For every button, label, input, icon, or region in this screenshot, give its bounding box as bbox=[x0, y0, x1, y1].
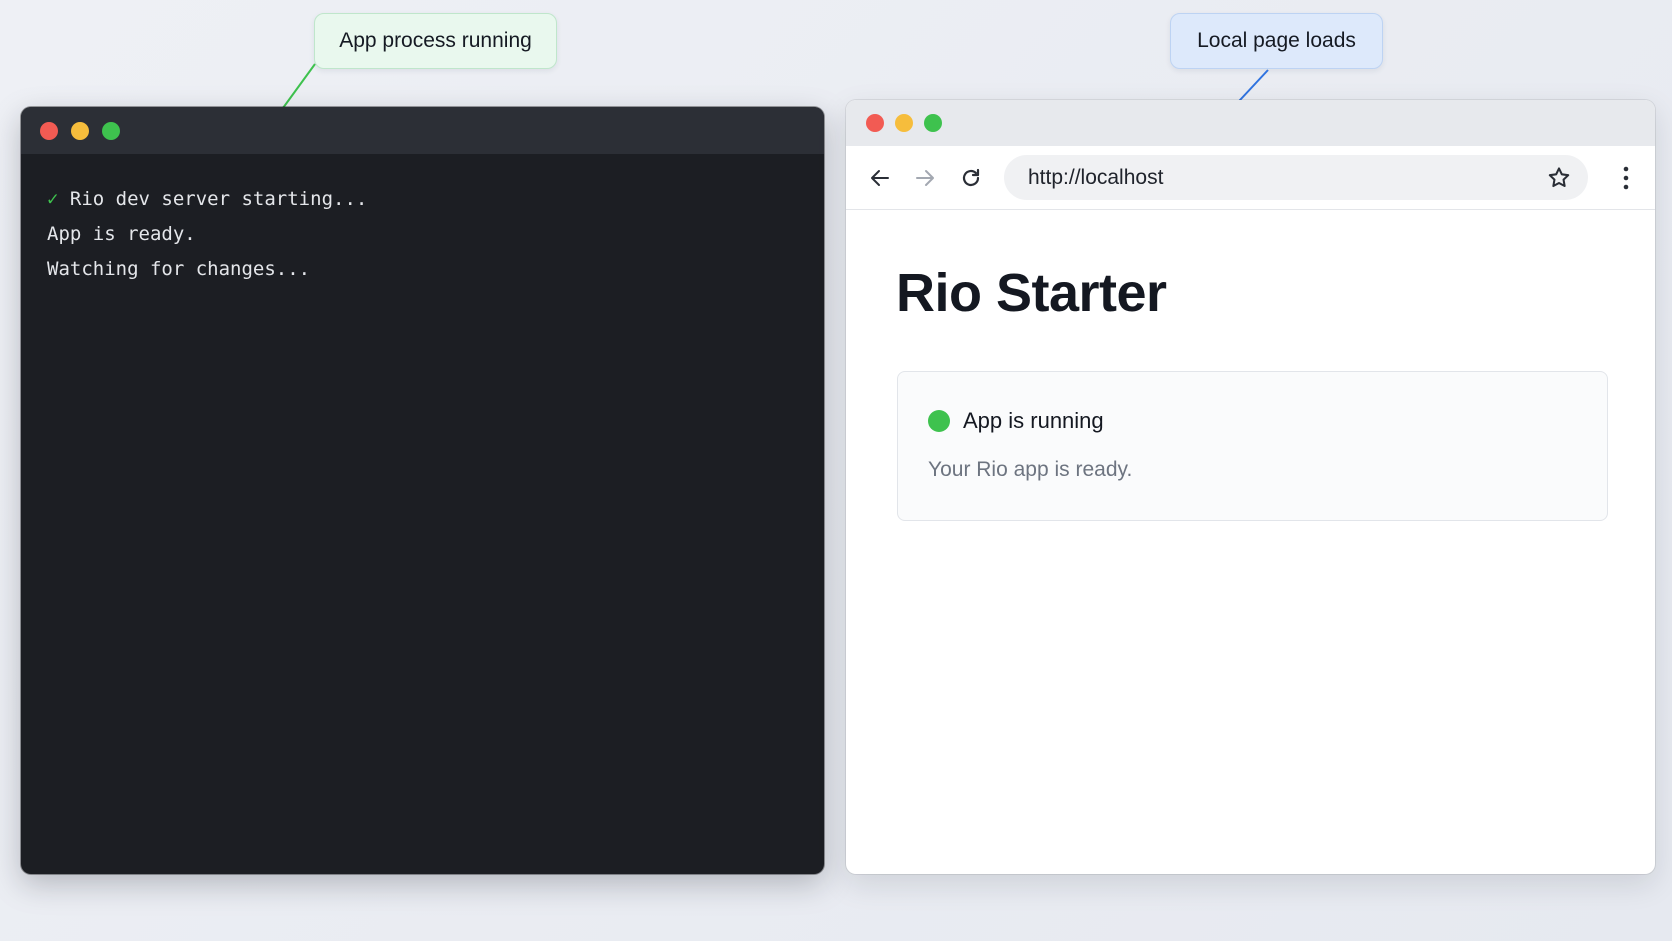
terminal-titlebar[interactable] bbox=[21, 107, 824, 154]
status-card: App is running Your Rio app is ready. bbox=[897, 371, 1608, 521]
terminal-line: App is ready. bbox=[47, 217, 798, 252]
terminal-output[interactable]: ✓ Rio dev server starting... App is read… bbox=[21, 154, 824, 315]
callout-local-page-label: Local page loads bbox=[1197, 29, 1356, 52]
browser-toolbar: http://localhost bbox=[846, 146, 1655, 210]
status-description: Your Rio app is ready. bbox=[928, 458, 1133, 481]
browser-window-controls bbox=[866, 114, 942, 132]
check-icon: ✓ bbox=[47, 188, 59, 210]
browser-titlebar[interactable] bbox=[846, 100, 1655, 146]
minimize-window-button[interactable] bbox=[895, 114, 913, 132]
url-text[interactable]: http://localhost bbox=[1028, 166, 1163, 190]
status-row: App is running bbox=[928, 408, 1104, 434]
forward-button[interactable] bbox=[908, 161, 942, 195]
arrow-left-icon bbox=[871, 169, 889, 186]
more-vertical-icon[interactable] bbox=[1621, 165, 1631, 191]
back-button[interactable] bbox=[863, 161, 897, 195]
reload-icon bbox=[962, 168, 980, 186]
maximize-window-button[interactable] bbox=[924, 114, 942, 132]
close-window-button[interactable] bbox=[40, 121, 58, 140]
terminal-window-controls bbox=[40, 121, 120, 140]
browser-window[interactable]: http://localhost Rio Starter App is runn… bbox=[846, 100, 1655, 874]
terminal-line: ✓ Rio dev server starting... bbox=[47, 182, 798, 217]
callout-app-process-label: App process running bbox=[339, 29, 532, 52]
star-icon[interactable] bbox=[1546, 165, 1572, 191]
maximize-window-button[interactable] bbox=[102, 121, 120, 140]
terminal-line-text: App is ready. bbox=[47, 223, 196, 245]
minimize-window-button[interactable] bbox=[71, 121, 89, 140]
terminal-window[interactable]: ✓ Rio dev server starting... App is read… bbox=[21, 107, 824, 874]
status-label: App is running bbox=[963, 408, 1104, 433]
reload-button[interactable] bbox=[954, 161, 988, 195]
callout-local-page: Local page loads bbox=[1170, 13, 1383, 69]
address-bar[interactable]: http://localhost bbox=[1004, 155, 1588, 200]
callout-app-process: App process running bbox=[314, 13, 557, 69]
terminal-line: Watching for changes... bbox=[47, 252, 798, 287]
arrow-right-icon bbox=[916, 169, 934, 186]
terminal-line-text: Watching for changes... bbox=[47, 258, 311, 280]
terminal-line-text: Rio dev server starting... bbox=[69, 188, 368, 210]
close-window-button[interactable] bbox=[866, 114, 884, 132]
status-indicator-icon bbox=[928, 410, 950, 432]
page-title: Rio Starter bbox=[896, 263, 1167, 323]
